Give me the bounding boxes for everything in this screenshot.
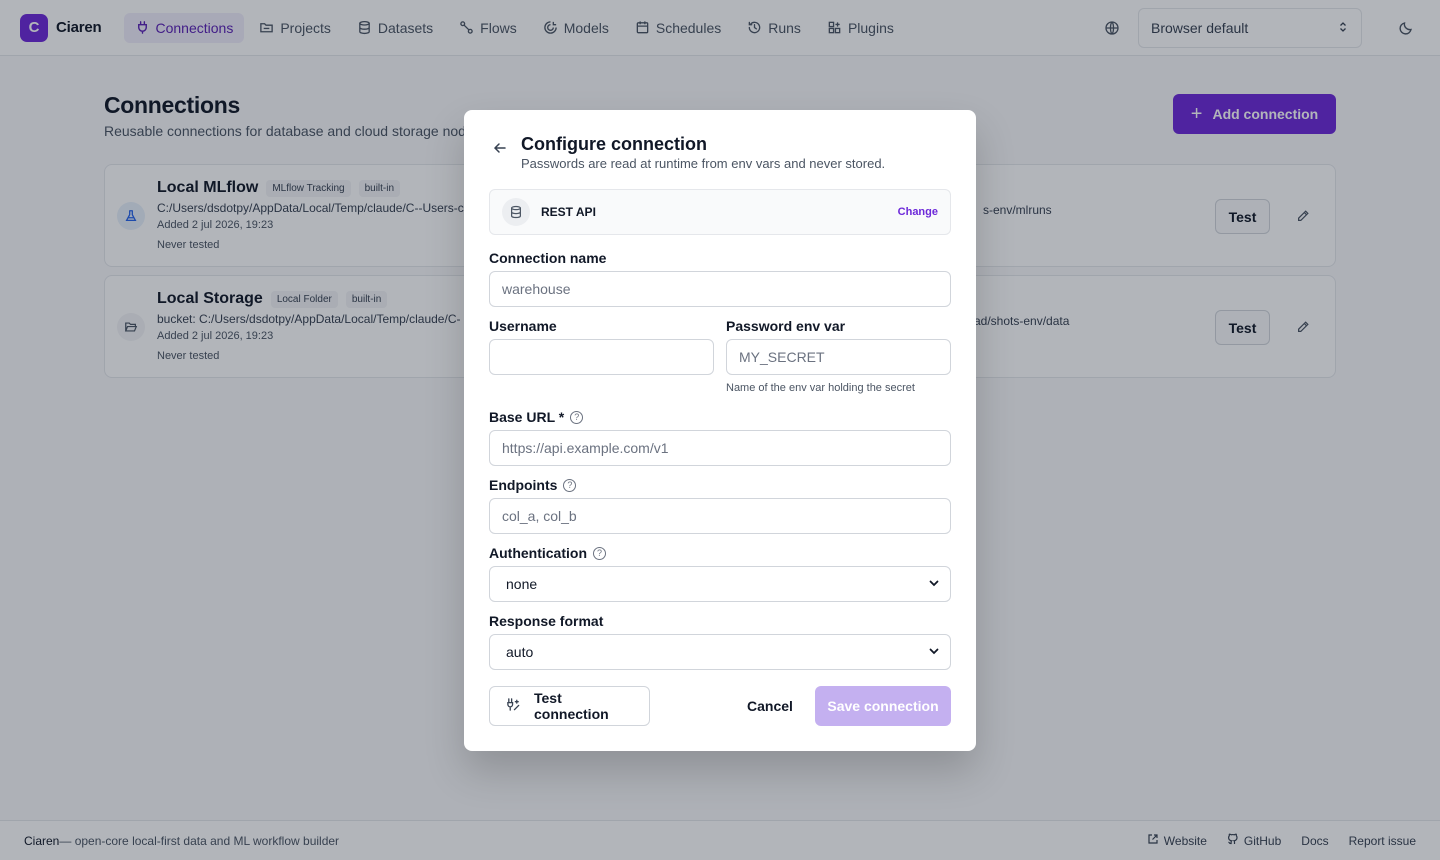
authentication-value: none bbox=[506, 576, 538, 592]
database-icon bbox=[502, 198, 530, 226]
password-env-input[interactable]: MY_SECRET bbox=[726, 339, 951, 375]
label-text: Connection name bbox=[489, 250, 607, 266]
label-text: Response format bbox=[489, 613, 604, 629]
test-connection-label: Test connection bbox=[534, 690, 609, 722]
response-format-select[interactable]: auto bbox=[489, 634, 951, 670]
response-format-label: Response format bbox=[489, 613, 603, 629]
configure-connection-dialog: Configure connection Passwords are read … bbox=[464, 110, 976, 751]
response-format-value: auto bbox=[506, 644, 534, 660]
authentication-label: Authentication ? bbox=[489, 545, 606, 561]
authentication-select[interactable]: none bbox=[489, 566, 951, 602]
label-text: Base URL * bbox=[489, 409, 565, 425]
test-connection-button[interactable]: Test connection bbox=[489, 686, 650, 726]
connection-name-label: Connection name bbox=[489, 250, 606, 266]
change-type-link[interactable]: Change bbox=[898, 206, 938, 218]
username-input[interactable] bbox=[489, 339, 714, 375]
label-text: Username bbox=[489, 318, 557, 334]
chevron-down-icon bbox=[928, 576, 940, 592]
base-url-label: Base URL * ? bbox=[489, 409, 584, 425]
label-text: Password env var bbox=[726, 318, 846, 334]
help-icon[interactable]: ? bbox=[570, 410, 584, 424]
cancel-button[interactable]: Cancel bbox=[739, 686, 801, 726]
endpoints-input[interactable]: col_a, col_b bbox=[489, 498, 951, 534]
password-env-label: Password env var bbox=[726, 318, 845, 334]
plug-test-icon bbox=[506, 697, 521, 715]
help-icon[interactable]: ? bbox=[593, 546, 606, 560]
dialog-subtitle: Passwords are read at runtime from env v… bbox=[521, 156, 886, 171]
connection-type-label: REST API bbox=[541, 205, 596, 219]
password-env-hint: Name of the env var holding the secret bbox=[726, 382, 915, 394]
label-text: Endpoints bbox=[489, 477, 558, 493]
chevron-down-icon bbox=[928, 644, 940, 660]
help-icon[interactable]: ? bbox=[563, 478, 577, 492]
endpoints-label: Endpoints ? bbox=[489, 477, 577, 493]
username-label: Username bbox=[489, 318, 557, 334]
base-url-input[interactable]: https://api.example.com/v1 bbox=[489, 430, 951, 466]
connection-name-input[interactable]: warehouse bbox=[489, 271, 951, 307]
dialog-title: Configure connection bbox=[521, 134, 707, 154]
arrow-left-icon[interactable] bbox=[492, 140, 508, 156]
connection-type-summary: REST API Change bbox=[489, 189, 951, 235]
save-connection-button[interactable]: Save connection bbox=[815, 686, 951, 726]
label-text: Authentication bbox=[489, 545, 587, 561]
